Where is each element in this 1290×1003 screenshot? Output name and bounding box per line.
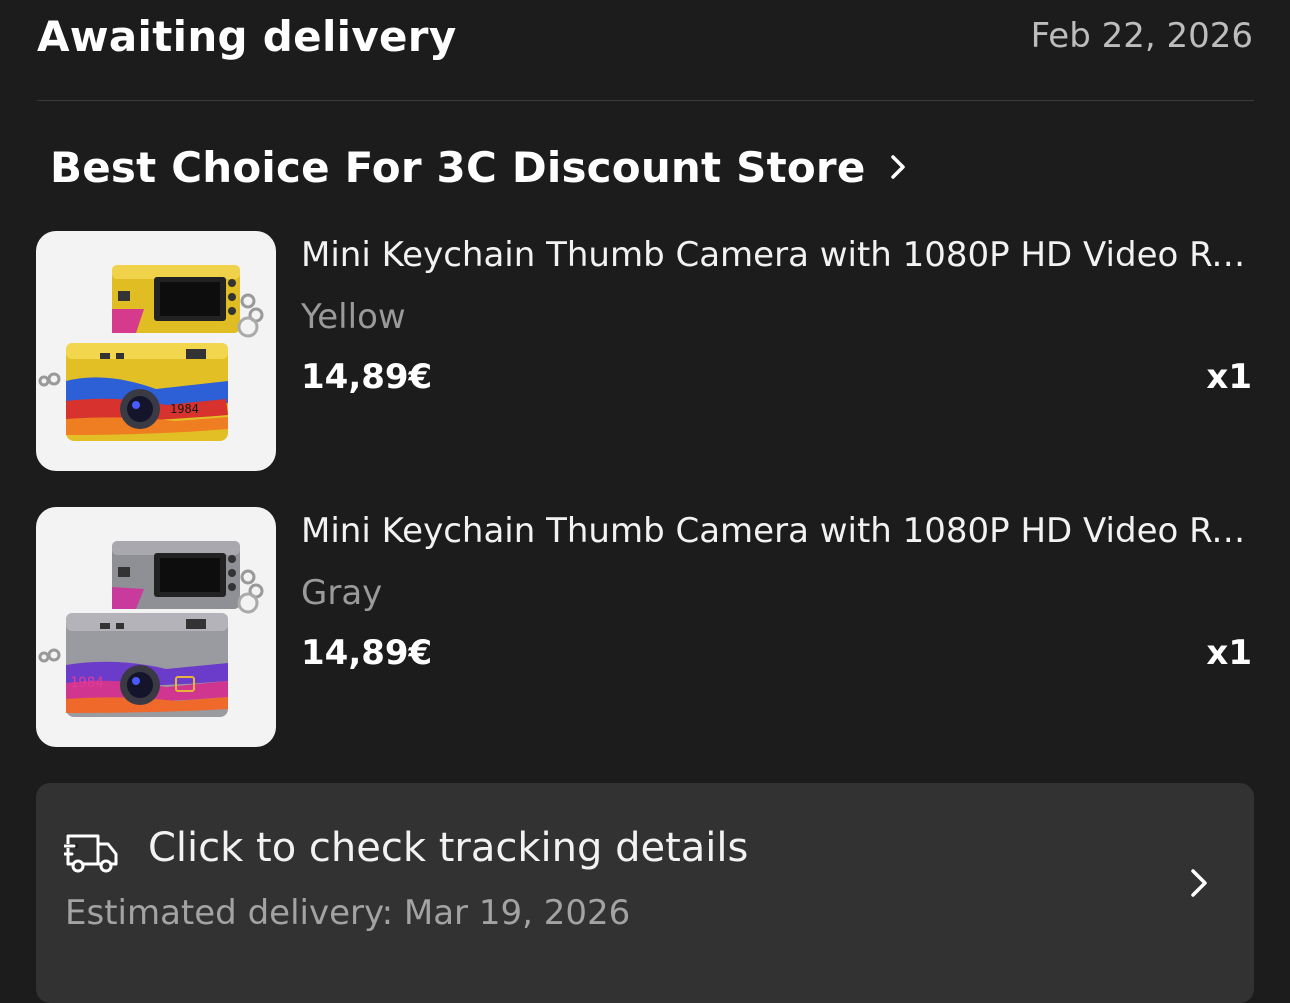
order-item[interactable]: 1984 Mini Keychain Thumb Camera with 108… — [36, 231, 1254, 471]
camera-keychain-image: 1984 — [38, 265, 264, 441]
store-link[interactable]: Best Choice For 3C Discount Store — [50, 138, 908, 196]
chevron-right-icon[interactable] — [1188, 865, 1210, 901]
order-date: Feb 22, 2026 — [1030, 16, 1253, 56]
product-title[interactable]: Mini Keychain Thumb Camera with 1080P HD… — [301, 511, 1251, 551]
order-item[interactable]: 1984 Mini Keychain Thumb Camera with 108… — [36, 507, 1254, 747]
chevron-right-icon — [890, 155, 905, 179]
product-image[interactable]: 1984 — [36, 507, 276, 747]
product-quantity: x1 — [1206, 633, 1252, 673]
divider — [37, 100, 1254, 101]
product-price: 14,89€ — [301, 357, 433, 397]
svg-text:1984: 1984 — [170, 402, 199, 416]
tracking-card[interactable]: Click to check tracking details Estimate… — [36, 783, 1254, 1003]
product-image[interactable]: 1984 — [36, 231, 276, 471]
svg-text:1984: 1984 — [70, 675, 104, 691]
product-variant: Yellow — [301, 297, 406, 337]
order-status-title: Awaiting delivery — [37, 12, 457, 61]
product-quantity: x1 — [1206, 357, 1252, 397]
store-name: Best Choice For 3C Discount Store — [50, 142, 866, 192]
product-price: 14,89€ — [301, 633, 433, 673]
product-title[interactable]: Mini Keychain Thumb Camera with 1080P HD… — [301, 235, 1251, 275]
order-header: Awaiting delivery Feb 22, 2026 — [37, 8, 1253, 68]
estimated-delivery: Estimated delivery: Mar 19, 2026 — [65, 893, 631, 933]
delivery-truck-icon — [64, 834, 118, 873]
product-variant: Gray — [301, 573, 383, 613]
camera-keychain-image: 1984 — [38, 541, 264, 717]
tracking-title[interactable]: Click to check tracking details — [148, 825, 748, 871]
